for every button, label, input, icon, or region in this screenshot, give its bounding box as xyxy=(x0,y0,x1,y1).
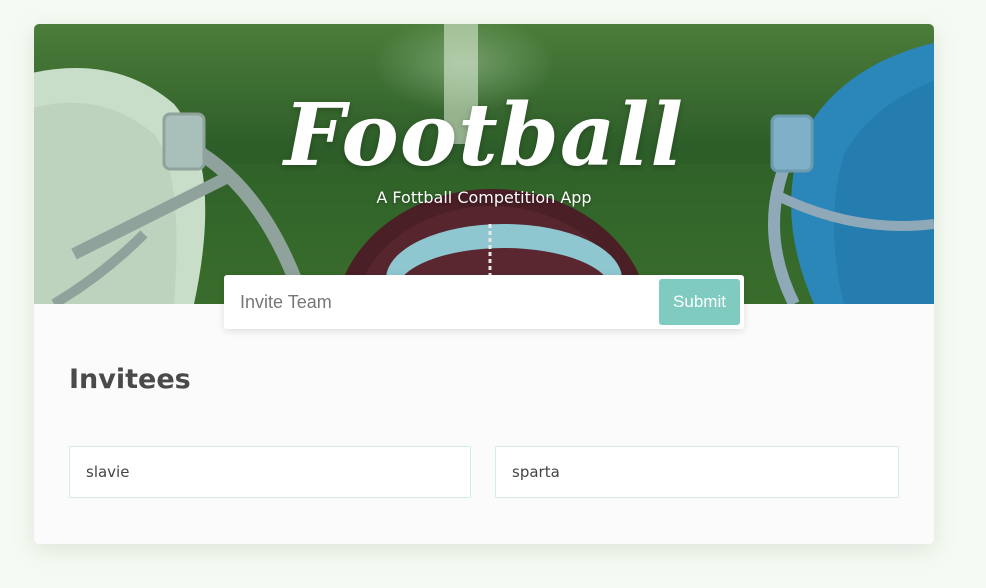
invitee-card: slavie xyxy=(69,446,471,498)
invitees-heading: Invitees xyxy=(69,364,191,395)
invitee-card: sparta xyxy=(495,446,899,498)
app-subtitle: A Fottball Competition App xyxy=(376,188,592,207)
invite-team-input[interactable] xyxy=(224,275,644,329)
invite-form: Submit xyxy=(224,275,744,329)
app-card: Football A Fottball Competition App Subm… xyxy=(34,24,934,544)
hero-banner: Football A Fottball Competition App xyxy=(34,24,934,304)
app-title: Football xyxy=(284,85,684,186)
submit-button[interactable]: Submit xyxy=(659,279,740,325)
